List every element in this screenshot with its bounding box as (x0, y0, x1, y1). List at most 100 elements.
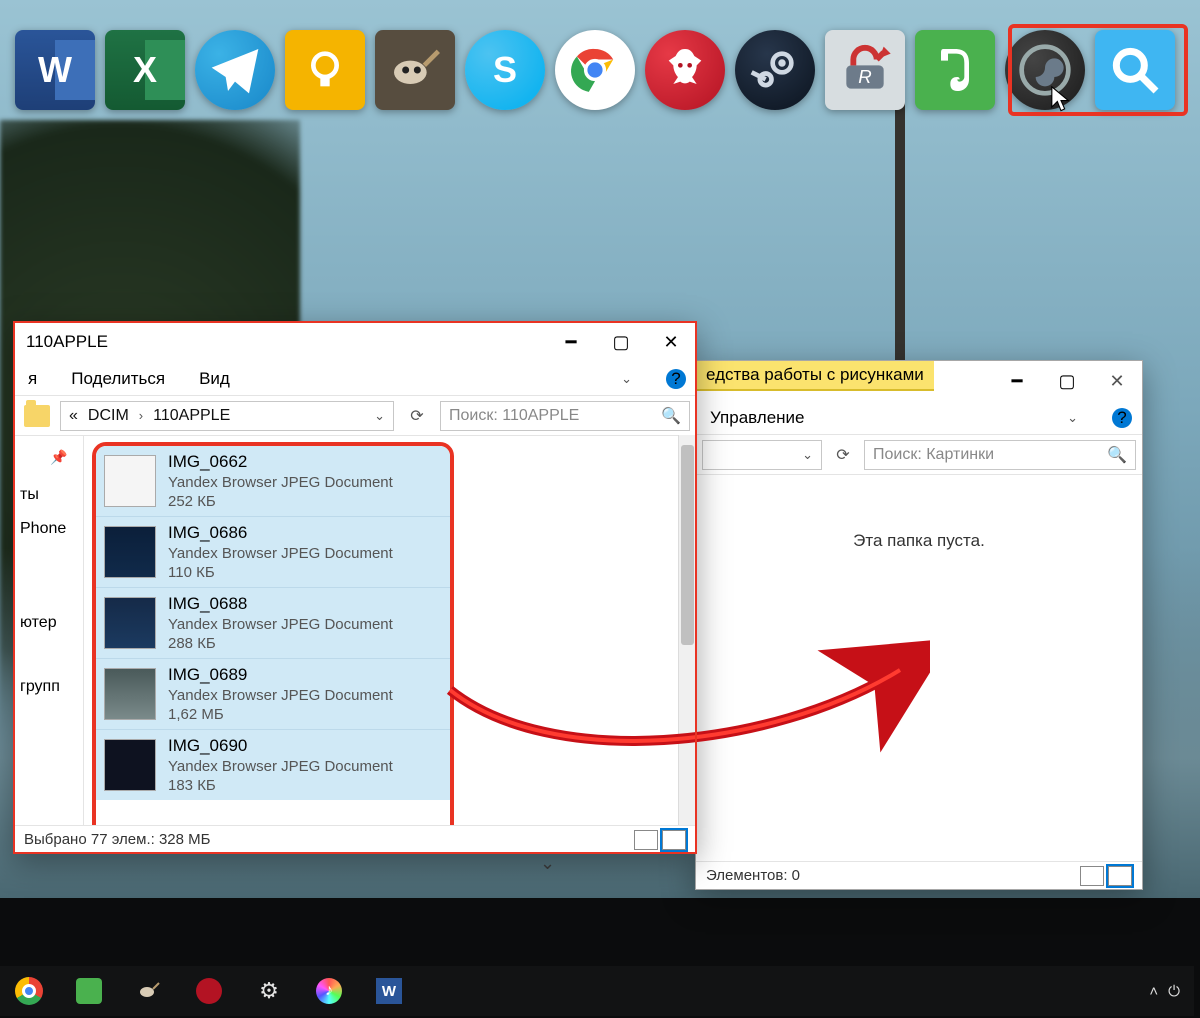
file-item[interactable]: IMG_0688 Yandex Browser JPEG Document 288 … (96, 587, 450, 658)
word-icon[interactable]: W (374, 976, 404, 1006)
address-bar-row: « DCIM › 110APPLE ⌄ ⟳ Поиск: 110APPLE 🔍 (14, 396, 696, 436)
breadcrumb-prefix: « (69, 407, 78, 425)
vertical-scrollbar[interactable] (678, 435, 696, 825)
file-thumbnail (104, 597, 156, 649)
chrome-icon[interactable] (14, 976, 44, 1006)
itunes-icon[interactable] (314, 976, 344, 1006)
chevron-down-icon[interactable]: ⌄ (540, 853, 555, 874)
status-bar: Элементов: 0 (696, 861, 1142, 889)
tray-overflow-icon[interactable]: ˄ (1149, 983, 1158, 1000)
annotation-highlight-box (1008, 24, 1188, 116)
file-thumbnail (104, 668, 156, 720)
ribbon-collapse-icon[interactable]: ⌄ (621, 371, 632, 387)
address-bar[interactable]: ⌄ (702, 440, 822, 470)
window-title: 110APPLE (14, 332, 546, 352)
file-type: Yandex Browser JPEG Document (168, 545, 393, 562)
gimp-icon[interactable] (134, 976, 164, 1006)
search-icon[interactable]: 🔍 (1107, 445, 1127, 465)
file-type: Yandex Browser JPEG Document (168, 687, 393, 704)
file-type: Yandex Browser JPEG Document (168, 474, 393, 491)
status-text: Выбрано 77 элем.: 328 МБ (24, 831, 210, 848)
file-item[interactable]: IMG_0689 Yandex Browser JPEG Document 1,62… (96, 658, 450, 729)
keep-icon[interactable] (285, 30, 365, 110)
evernote-icon[interactable] (74, 976, 104, 1006)
file-name: IMG_0688 (168, 594, 393, 614)
refresh-button[interactable]: ⟳ (404, 401, 430, 431)
view-details-button[interactable] (1080, 866, 1104, 886)
file-type: Yandex Browser JPEG Document (168, 758, 393, 775)
tab-manage[interactable]: Управление (710, 408, 805, 428)
explorer-window-target[interactable]: едства работы с рисунками ━ ▢ ✕ Управлен… (695, 360, 1143, 890)
tray-power-icon[interactable]: ⏻ (1168, 983, 1180, 1000)
file-name: IMG_0686 (168, 523, 393, 543)
help-icon[interactable]: ? (666, 369, 686, 389)
daemon-tools-icon[interactable] (645, 30, 725, 110)
scrollbar-thumb[interactable] (681, 445, 694, 645)
explorer-window-source[interactable]: 110APPLE ━ ▢ ✕ я Поделиться Вид ⌄ ? « DC… (13, 321, 697, 854)
ribbon-collapse-icon[interactable]: ⌄ (1067, 410, 1078, 426)
breadcrumb-item[interactable]: 110APPLE (153, 407, 230, 425)
maximize-button[interactable]: ▢ (596, 322, 646, 362)
view-tiles-button[interactable] (662, 830, 686, 850)
cursor-icon (1050, 85, 1072, 115)
search-placeholder: Поиск: Картинки (873, 446, 994, 464)
evernote-icon[interactable] (915, 30, 995, 110)
file-thumbnail (104, 455, 156, 507)
close-button[interactable]: ✕ (1092, 361, 1142, 401)
status-bar: Выбрано 77 элем.: 328 МБ (14, 825, 696, 853)
reference-icon[interactable]: R (825, 30, 905, 110)
file-type: Yandex Browser JPEG Document (168, 616, 393, 633)
ribbon-tabs: я Поделиться Вид ⌄ ? (14, 362, 696, 396)
steam-icon[interactable] (735, 30, 815, 110)
refresh-button[interactable]: ⟳ (830, 440, 856, 470)
breadcrumb-item[interactable]: DCIM (88, 407, 129, 425)
file-thumbnail (104, 526, 156, 578)
file-item[interactable]: IMG_0686 Yandex Browser JPEG Document 110 … (96, 516, 450, 587)
chrome-icon[interactable] (555, 30, 635, 110)
view-details-button[interactable] (634, 830, 658, 850)
ribbon-contextual-tab[interactable]: едства работы с рисунками (696, 361, 934, 391)
file-item[interactable]: IMG_0690Yandex Browser JPEG Document183 … (96, 729, 450, 800)
tab-share[interactable]: Поделиться (71, 369, 165, 389)
titlebar[interactable]: 110APPLE ━ ▢ ✕ (14, 322, 696, 362)
file-size: 252 КБ (168, 493, 393, 510)
search-input[interactable]: Поиск: 110APPLE 🔍 (440, 401, 690, 431)
maximize-button[interactable]: ▢ (1042, 361, 1092, 401)
tab-partial-left[interactable]: я (28, 369, 37, 389)
file-size: 1,62 МБ (168, 706, 393, 723)
file-list-area[interactable]: IMG_0662 Yandex Browser JPEG Document 252 … (14, 436, 696, 825)
file-size: 110 КБ (168, 564, 393, 581)
telegram-icon[interactable] (195, 30, 275, 110)
file-size: 288 КБ (168, 635, 393, 652)
search-placeholder: Поиск: 110APPLE (449, 407, 579, 425)
chevron-right-icon: › (139, 408, 143, 423)
settings-icon[interactable]: ⚙ (254, 976, 284, 1006)
folder-icon[interactable] (24, 405, 50, 427)
address-bar-row: ⌄ ⟳ Поиск: Картинки 🔍 (696, 435, 1142, 475)
word-icon[interactable]: W (15, 30, 95, 110)
view-tiles-button[interactable] (1108, 866, 1132, 886)
skype-icon[interactable]: S (465, 30, 545, 110)
empty-folder-label: Эта папка пуста. (696, 531, 1142, 551)
help-icon[interactable]: ? (1112, 408, 1132, 428)
minimize-button[interactable]: ━ (992, 361, 1042, 401)
daemon-tools-icon[interactable] (194, 976, 224, 1006)
system-tray[interactable]: ˄ ⏻ (1149, 983, 1180, 1000)
chevron-down-icon[interactable]: ⌄ (374, 408, 385, 424)
tab-view[interactable]: Вид (199, 369, 230, 389)
status-text: Элементов: 0 (706, 867, 800, 884)
address-bar[interactable]: « DCIM › 110APPLE ⌄ (60, 401, 394, 431)
minimize-button[interactable]: ━ (546, 322, 596, 362)
chevron-down-icon[interactable]: ⌄ (802, 447, 813, 463)
close-button[interactable]: ✕ (646, 322, 696, 362)
file-name: IMG_0689 (168, 665, 393, 685)
excel-icon[interactable]: X (105, 30, 185, 110)
search-icon[interactable]: 🔍 (661, 406, 681, 426)
file-name: IMG_0662 (168, 452, 393, 472)
gimp-icon[interactable] (375, 30, 455, 110)
search-input[interactable]: Поиск: Картинки 🔍 (864, 440, 1136, 470)
file-item[interactable]: IMG_0662 Yandex Browser JPEG Document 252 … (96, 446, 450, 516)
file-size: 183 КБ (168, 777, 393, 794)
taskbar[interactable]: ⚙ W ˄ ⏻ (0, 966, 1194, 1016)
ribbon-tabs: Управление ⌄ ? (696, 401, 1142, 435)
